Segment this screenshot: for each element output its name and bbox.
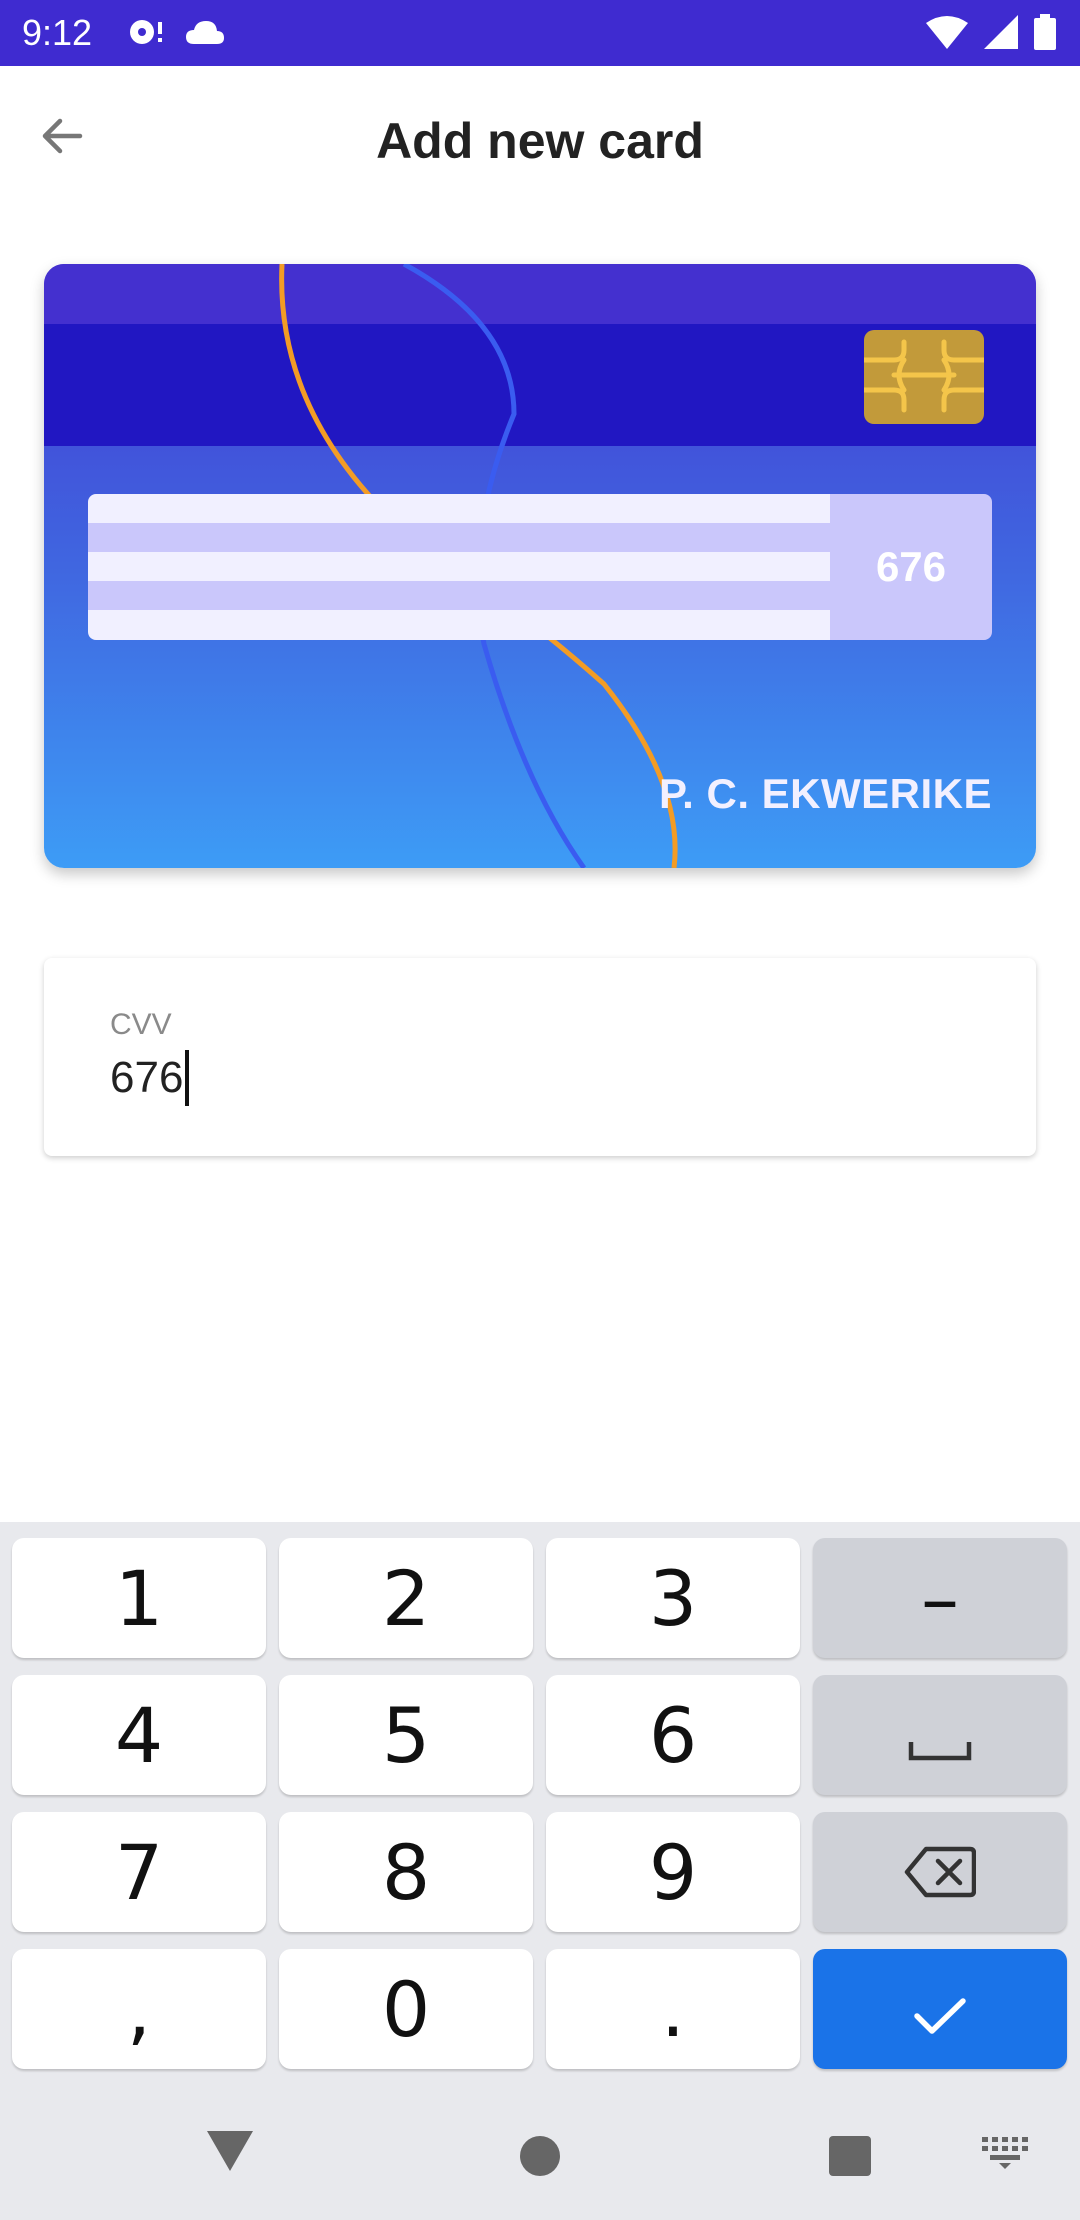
battery-icon [1034, 14, 1056, 55]
key-comma[interactable]: , [12, 1949, 266, 2069]
card-cvv: 676 [830, 494, 992, 640]
signature-strip [88, 494, 830, 640]
cvv-field[interactable]: CVV 676 [44, 958, 1036, 1156]
key-8[interactable]: 8 [279, 1812, 533, 1932]
key-done[interactable] [813, 1949, 1067, 2069]
key-3[interactable]: 3 [546, 1538, 800, 1658]
status-right-icons [926, 14, 1056, 55]
key-5[interactable]: 5 [279, 1675, 533, 1795]
signature-line [88, 581, 830, 610]
key-backspace[interactable] [813, 1812, 1067, 1932]
nav-keyboard-switch-button[interactable] [975, 2130, 1035, 2180]
key-9[interactable]: 9 [546, 1812, 800, 1932]
key-1[interactable]: 1 [12, 1538, 266, 1658]
key-7[interactable]: 7 [12, 1812, 266, 1932]
home-circle-icon [519, 2135, 561, 2182]
nav-home-button[interactable] [500, 2128, 580, 2188]
media-icon [126, 16, 166, 53]
check-icon [913, 1965, 967, 2054]
recents-square-icon [829, 2135, 871, 2181]
system-nav-bar [0, 2080, 1080, 2220]
status-left-icons [126, 16, 226, 53]
cvv-input[interactable]: 676 [110, 1050, 190, 1106]
page-title: Add new card [376, 113, 704, 169]
wifi-icon [926, 15, 968, 54]
text-cursor [185, 1050, 190, 1106]
status-bar: 9:12 [0, 0, 1080, 66]
nav-recents-button[interactable] [810, 2128, 890, 2188]
chip-icon [861, 330, 987, 424]
key-period[interactable]: . [546, 1949, 800, 2069]
key-2[interactable]: 2 [279, 1538, 533, 1658]
keyboard-switch-icon [982, 2136, 1028, 2174]
app-bar: Add new card [0, 66, 1080, 224]
space-icon [908, 1691, 972, 1780]
key-4[interactable]: 4 [12, 1675, 266, 1795]
signature-line [88, 523, 830, 552]
cvv-label: CVV [110, 1008, 172, 1041]
back-triangle-icon [207, 2130, 253, 2176]
status-time: 9:12 [22, 12, 93, 53]
key-space[interactable] [813, 1675, 1067, 1795]
cloud-icon [184, 18, 226, 51]
key-0[interactable]: 0 [279, 1949, 533, 2069]
numeric-keyboard: 1 2 3 – 4 5 6 7 8 9 , 0 . [0, 1522, 1080, 2080]
backspace-icon [904, 1828, 977, 1917]
card-preview: 676 P. C. EKWERIKE [44, 264, 1036, 868]
key-minus[interactable]: – [813, 1538, 1067, 1658]
cvv-input-value: 676 [110, 1053, 184, 1102]
key-6[interactable]: 6 [546, 1675, 800, 1795]
nav-back-button[interactable] [190, 2128, 270, 2178]
card-holder-name: P. C. EKWERIKE [659, 770, 992, 817]
signal-icon [984, 15, 1018, 54]
